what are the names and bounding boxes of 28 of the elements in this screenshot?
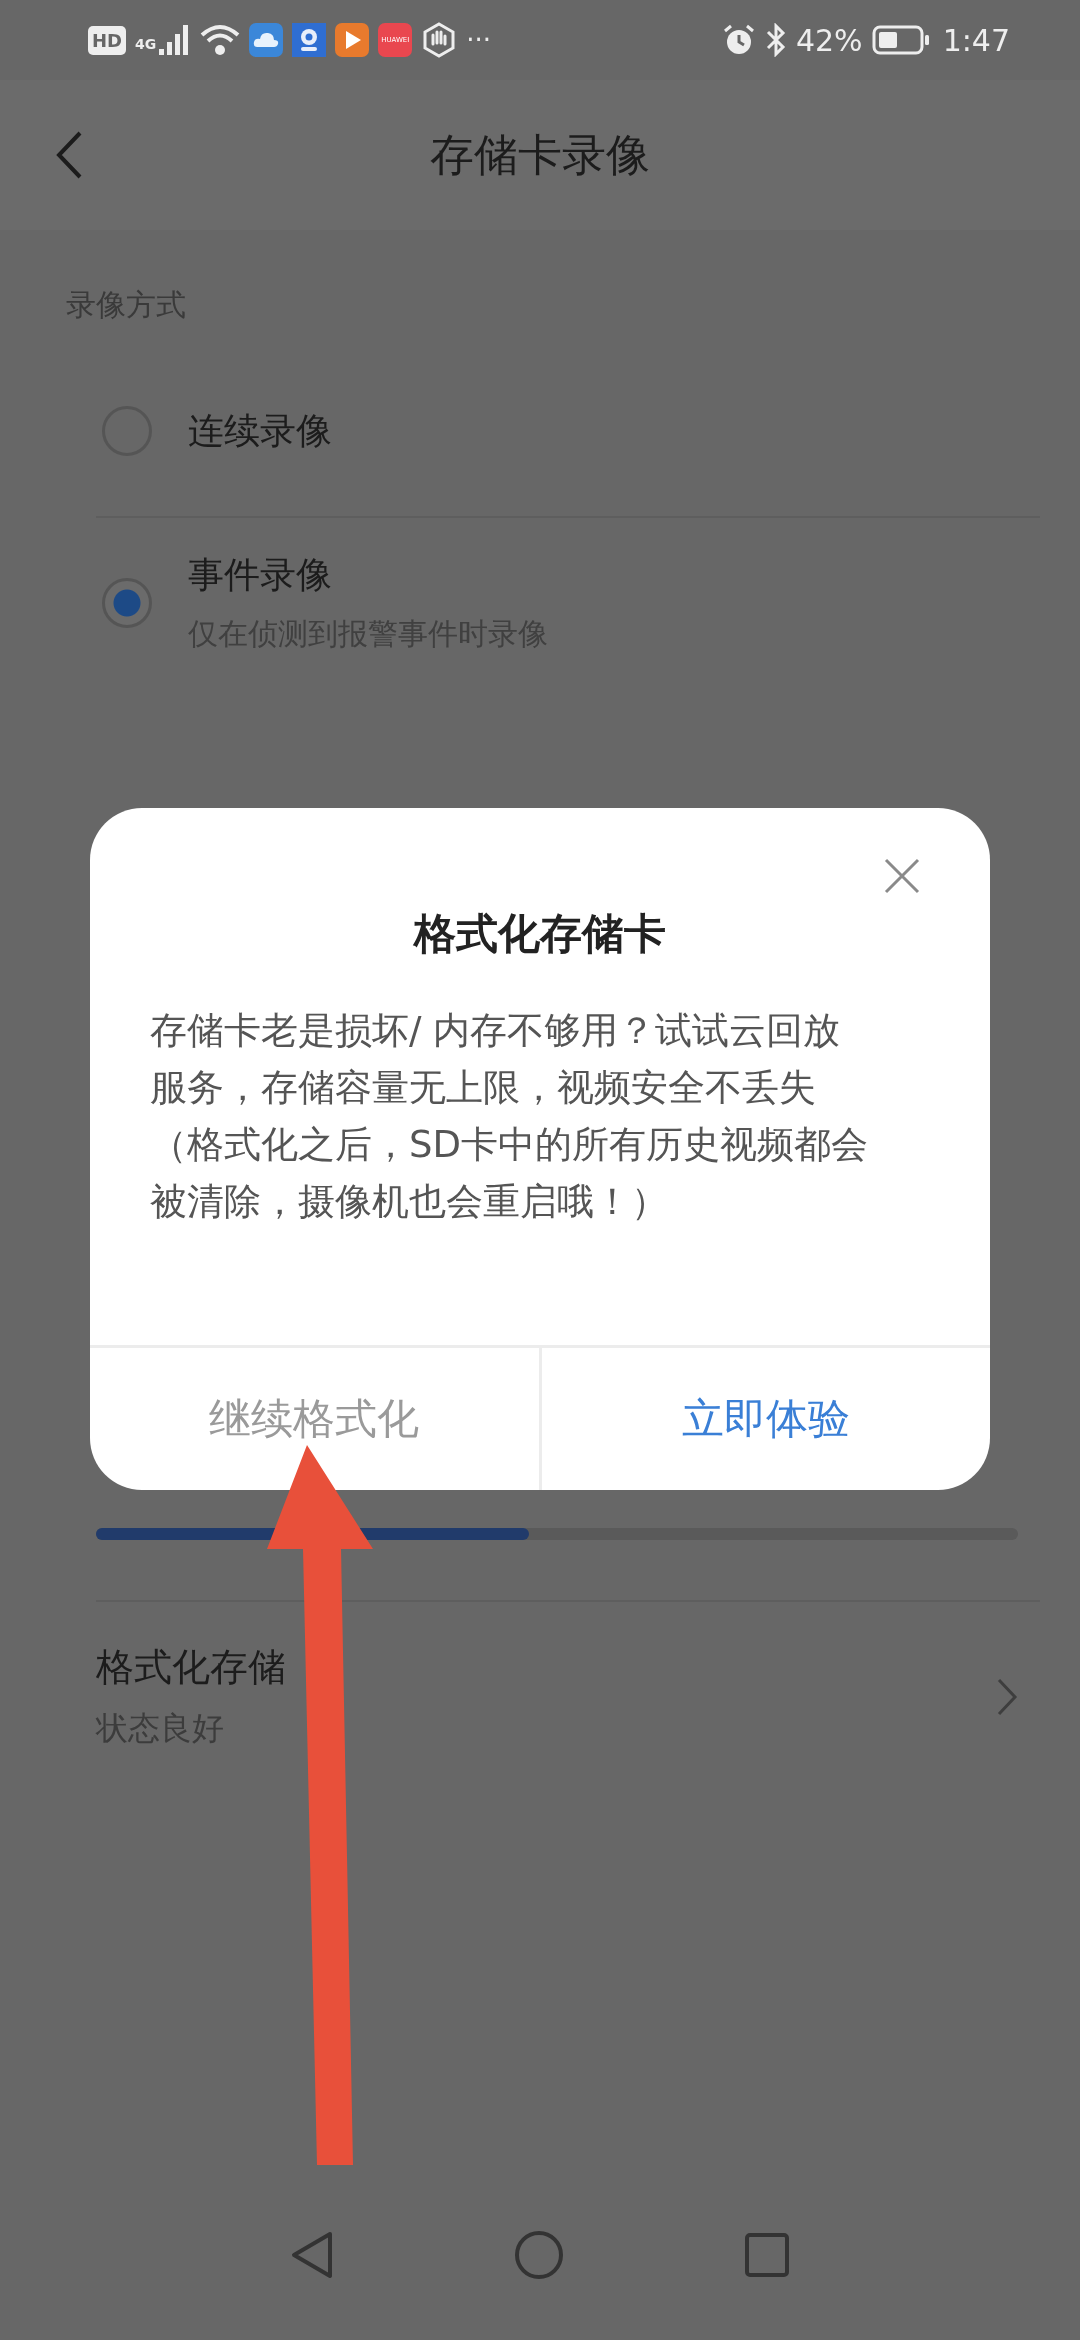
option-title: 连续录像 [188,408,332,453]
home-nav-icon[interactable] [514,2230,564,2280]
close-icon[interactable] [884,858,920,894]
page-title: 存储卡录像 [430,127,650,182]
hd-badge: HD [88,25,126,55]
battery-icon [871,25,930,55]
back-nav-icon[interactable] [290,2230,334,2280]
more-label: ··· [466,25,492,55]
battery-percent: 42% [795,22,863,58]
format-title: 格式化存储 [96,1644,286,1691]
radio-button[interactable] [102,578,152,628]
wifi-icon [200,23,241,57]
hand-icon [421,22,458,58]
play-app-icon [335,23,370,57]
dialog-button[interactable]: 继续格式化 [90,1348,539,1490]
chevron-right-icon[interactable] [996,1676,1018,1717]
dialog-button[interactable]: 立即体验 [538,1348,990,1490]
clock-time: 1:47 [942,22,1010,58]
recents-nav-icon[interactable] [744,2232,790,2278]
bluetooth-icon [764,23,787,57]
option-title: 事件录像 [188,553,332,597]
dialog-title: 格式化存储卡 [414,908,666,960]
network-label: 4G [135,36,157,52]
dialog-message: （格式化之后，SD卡中的所有历史视频都会被清除，摄像机也会重启哦！） [150,1122,869,1225]
cloud-icon [249,23,284,57]
camera-app-icon [292,23,327,57]
dialog-message: 存储卡老是损坏/ 内存不够用？试试云回放服务，存储容量无上限，视频安全不丢失 [150,1008,842,1111]
alarm-icon [721,23,756,57]
